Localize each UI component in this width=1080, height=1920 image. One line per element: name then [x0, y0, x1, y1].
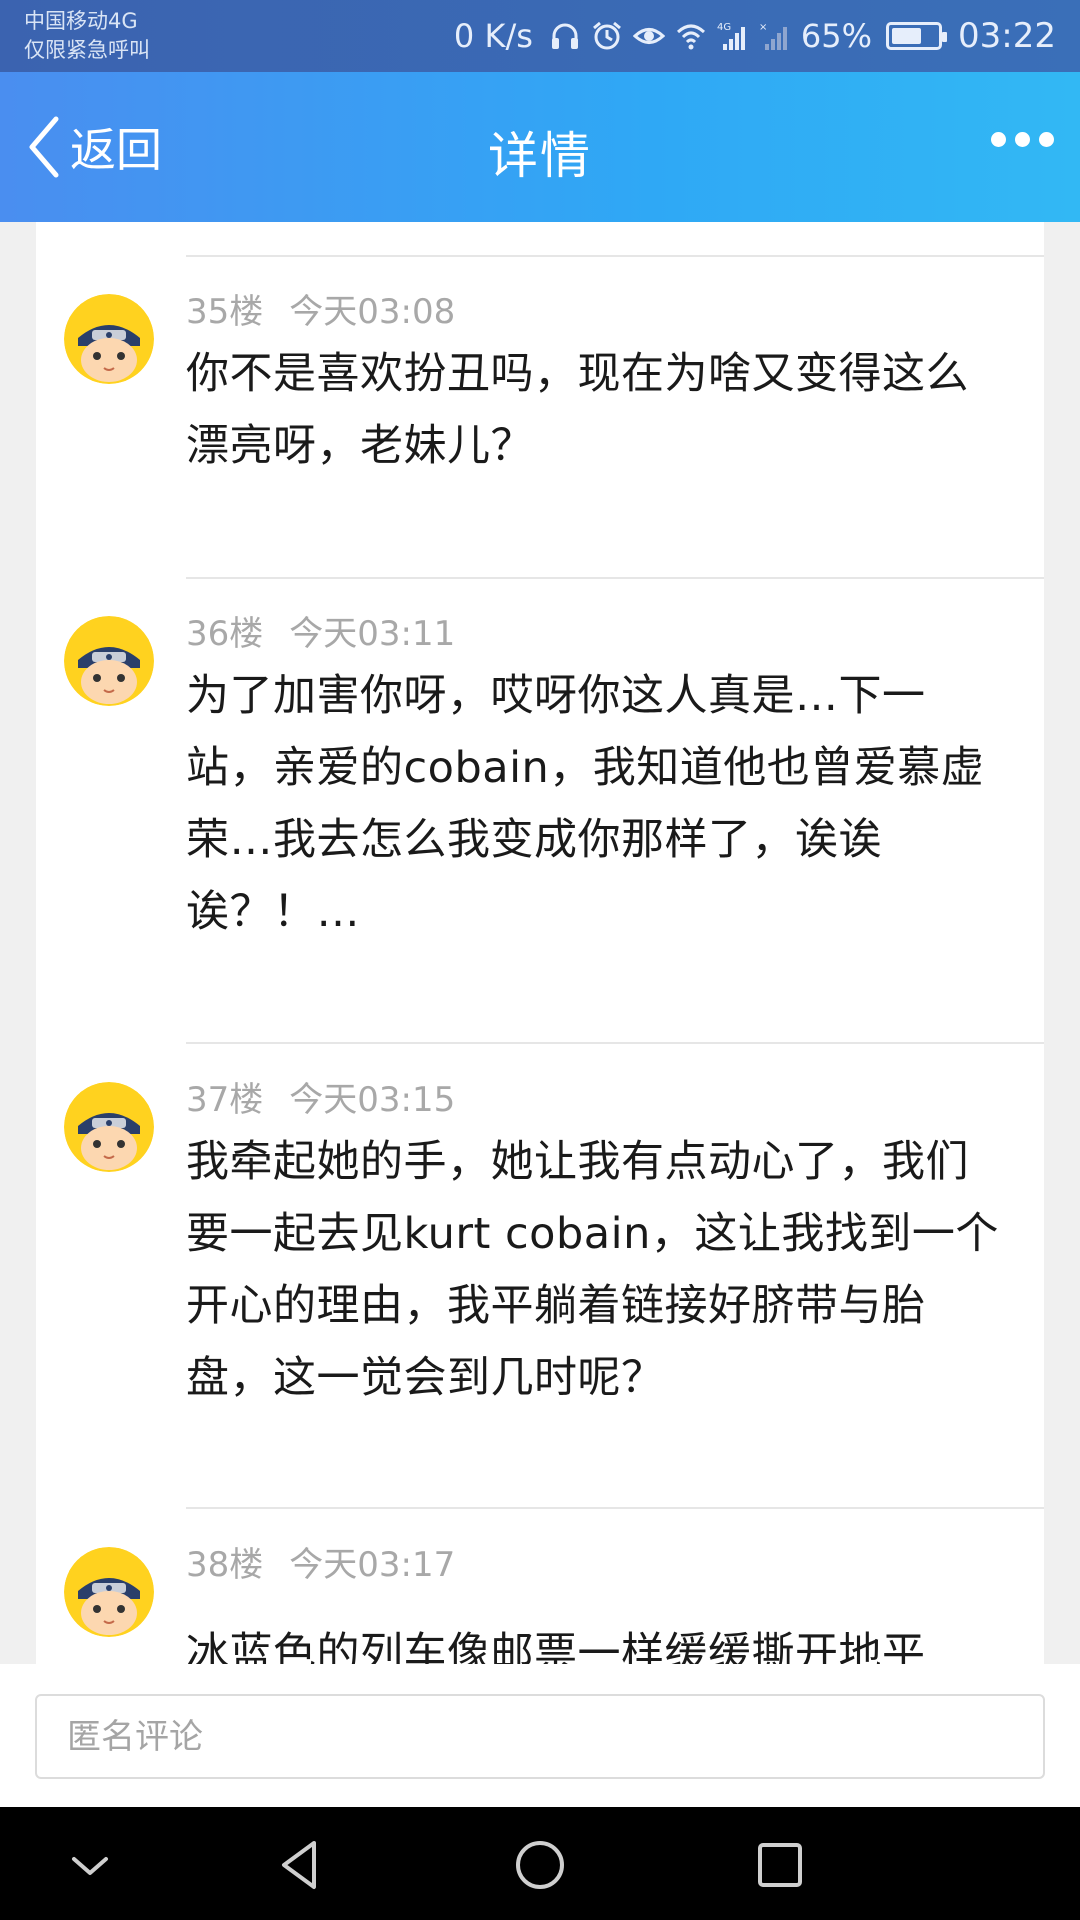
anonymous-comment-input[interactable] — [35, 1694, 1045, 1779]
battery-percent: 65% — [800, 17, 873, 55]
divider — [186, 1507, 1044, 1509]
comment-text: 你不是喜欢扮丑吗，现在为啥又变得这么漂亮呀，老妹儿？ — [186, 349, 969, 471]
ninja-avatar-icon — [64, 616, 154, 706]
avatar[interactable] — [64, 616, 154, 706]
avatar[interactable] — [64, 1082, 154, 1172]
eye-icon — [632, 28, 665, 44]
carrier-name: 中国移动4G — [24, 9, 138, 33]
comment-list[interactable]: 35楼 今天03:08 你不是喜欢扮丑吗，现在为啥又变得这么漂亮呀，老妹儿？ 3… — [36, 222, 1044, 1664]
svg-text:×: × — [759, 22, 767, 33]
comment-meta: 38楼 今天03:17 — [186, 1537, 455, 1586]
clock: 03:22 — [958, 16, 1056, 56]
more-dot-icon — [1039, 132, 1054, 147]
svg-text:4G: 4G — [717, 22, 731, 33]
network-speed: 0 K/s — [453, 17, 533, 55]
signal-4g-icon: 4G — [717, 22, 745, 50]
comment-meta: 35楼 今天03:08 — [186, 284, 455, 333]
battery-level — [892, 28, 922, 44]
carrier-status: 仅限紧急呼叫 — [24, 38, 150, 62]
comment-time: 今天03:15 — [289, 1080, 456, 1120]
avatar[interactable] — [64, 294, 154, 384]
signal-none-icon: × — [759, 22, 787, 50]
carrier-info: 中国移动4G 仅限紧急呼叫 — [24, 7, 150, 65]
floor-number: 37楼 — [186, 1080, 264, 1120]
comment-text: 为了加害你呀，哎呀你这人真是…下一站，亲爱的cobain，我知道他也曾爱慕虚荣…… — [186, 671, 985, 937]
comment-meta: 36楼 今天03:11 — [186, 606, 455, 655]
ninja-avatar-icon — [64, 1082, 154, 1172]
floor-number: 35楼 — [186, 292, 264, 332]
app-header: 返回 详情 — [0, 72, 1080, 222]
more-button[interactable] — [991, 132, 1054, 147]
home-nav-icon[interactable] — [510, 1835, 570, 1895]
status-bar: 中国移动4G 仅限紧急呼叫 0 K/s 4G × 65% 03:22 — [0, 0, 1080, 72]
comment-input-bar — [0, 1664, 1080, 1807]
more-dot-icon — [991, 132, 1006, 147]
comment-time: 今天03:17 — [289, 1545, 456, 1585]
headphones-icon — [551, 23, 578, 49]
ninja-avatar-icon — [64, 1547, 154, 1637]
comment-time: 今天03:11 — [289, 614, 456, 654]
comment-time: 今天03:08 — [289, 292, 456, 332]
alarm-icon — [592, 21, 621, 50]
back-nav-icon[interactable] — [270, 1835, 330, 1895]
status-icons: 0 K/s 4G × 65% 03:22 — [454, 16, 1056, 56]
recent-apps-icon[interactable] — [750, 1835, 810, 1895]
wifi-icon — [676, 24, 705, 50]
divider — [186, 1042, 1044, 1044]
more-dot-icon — [1015, 132, 1030, 147]
divider — [186, 577, 1044, 579]
avatar[interactable] — [64, 1547, 154, 1637]
battery-icon — [886, 22, 948, 50]
comment-text: 我牵起她的手，她让我有点动心了，我们要一起去见kurt cobain，这让我找到… — [186, 1137, 999, 1403]
page-title: 详情 — [488, 127, 592, 185]
floor-number: 36楼 — [186, 614, 264, 654]
comment-meta: 37楼 今天03:15 — [186, 1072, 455, 1121]
navigation-bar — [0, 1807, 1080, 1920]
divider — [186, 255, 1044, 257]
ninja-avatar-icon — [64, 294, 154, 384]
hide-keyboard-icon[interactable] — [60, 1835, 120, 1895]
comment-text: 冰蓝色的列车像邮票一样缓缓撕开地平 — [186, 1629, 926, 1664]
floor-number: 38楼 — [186, 1545, 264, 1585]
